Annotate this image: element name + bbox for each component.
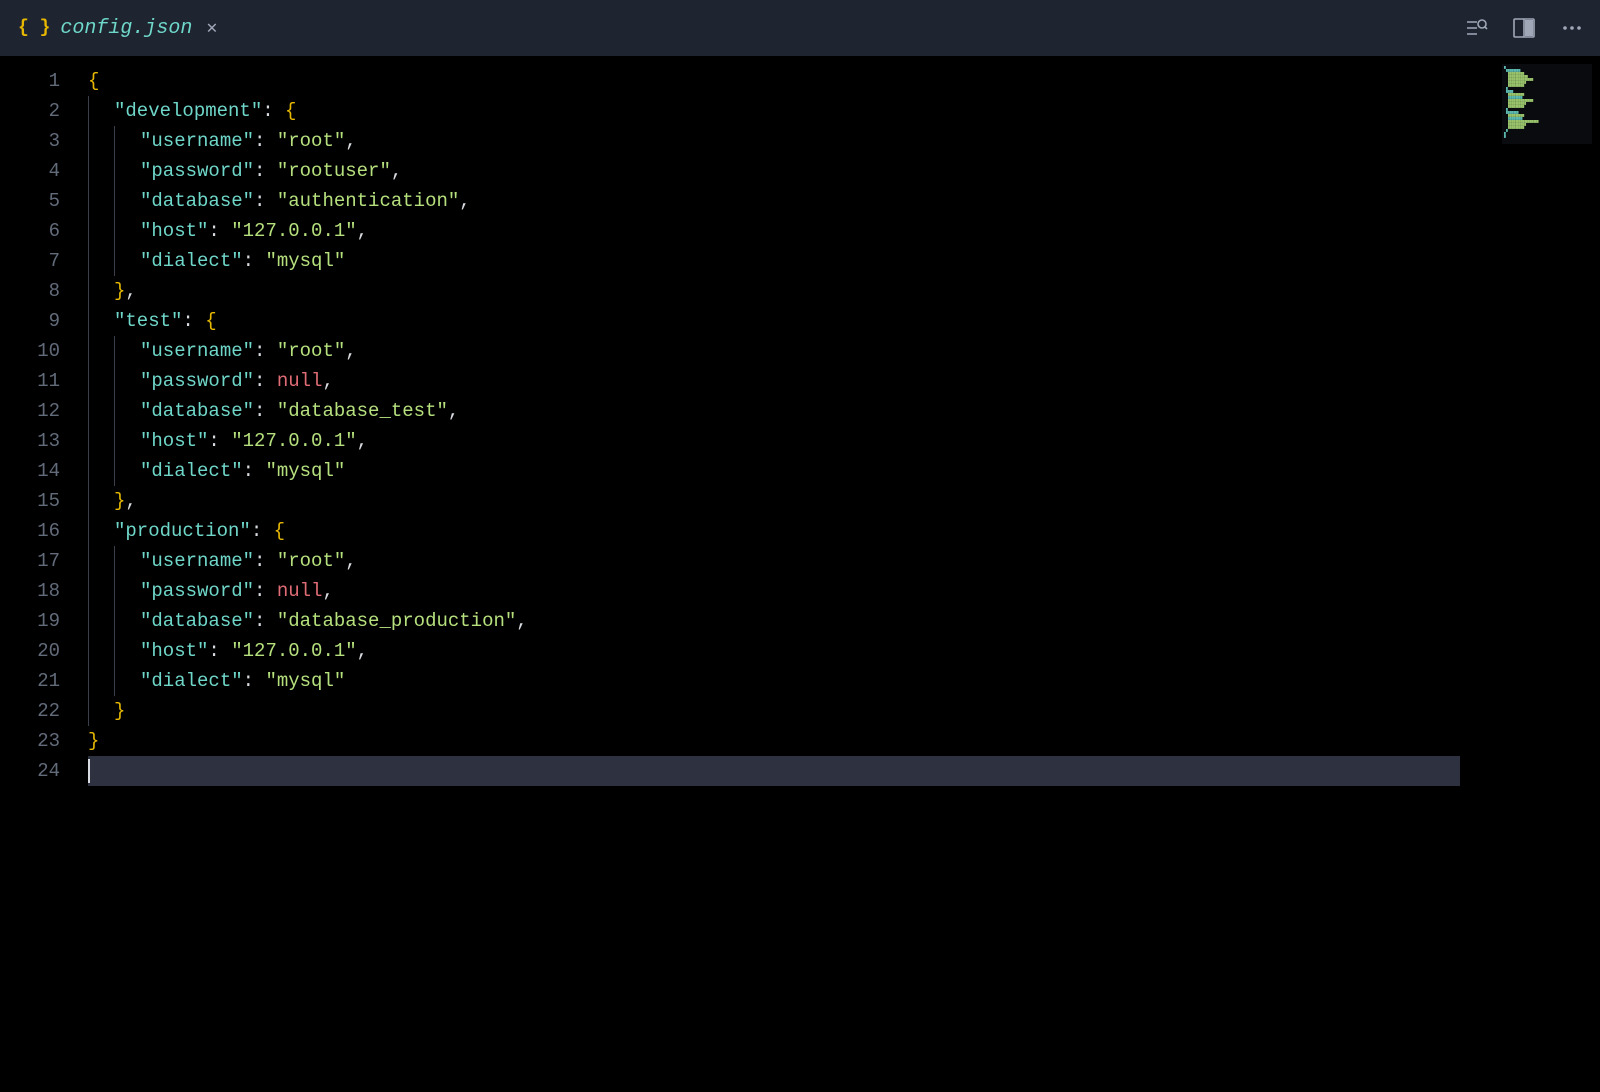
line-number: 24 bbox=[0, 756, 60, 786]
tab-config-json[interactable]: { } config.json ✕ bbox=[0, 0, 239, 56]
code-line[interactable]: { bbox=[88, 66, 1600, 96]
line-number: 8 bbox=[0, 276, 60, 306]
split-editor-icon[interactable] bbox=[1510, 14, 1538, 42]
line-number: 10 bbox=[0, 336, 60, 366]
more-actions-icon[interactable] bbox=[1558, 14, 1586, 42]
line-number: 7 bbox=[0, 246, 60, 276]
code-line[interactable]: "password": "rootuser", bbox=[88, 156, 1600, 186]
code-line[interactable]: "dialect": "mysql" bbox=[88, 456, 1600, 486]
code-line[interactable]: "username": "root", bbox=[88, 126, 1600, 156]
line-number: 18 bbox=[0, 576, 60, 606]
line-number: 13 bbox=[0, 426, 60, 456]
code-line[interactable]: "host": "127.0.0.1", bbox=[88, 426, 1600, 456]
line-number: 11 bbox=[0, 366, 60, 396]
line-number: 2 bbox=[0, 96, 60, 126]
tab-bar: { } config.json ✕ bbox=[0, 0, 1600, 56]
code-line[interactable]: "password": null, bbox=[88, 366, 1600, 396]
json-braces-icon: { } bbox=[18, 18, 50, 38]
line-number: 6 bbox=[0, 216, 60, 246]
line-number: 19 bbox=[0, 606, 60, 636]
code-line[interactable]: "password": null, bbox=[88, 576, 1600, 606]
line-number: 5 bbox=[0, 186, 60, 216]
line-number: 14 bbox=[0, 456, 60, 486]
code-line[interactable]: "dialect": "mysql" bbox=[88, 666, 1600, 696]
line-number: 4 bbox=[0, 156, 60, 186]
code-line[interactable]: }, bbox=[88, 486, 1600, 516]
code-line[interactable]: "production": { bbox=[88, 516, 1600, 546]
code-line[interactable]: "development": { bbox=[88, 96, 1600, 126]
line-number: 3 bbox=[0, 126, 60, 156]
line-number: 22 bbox=[0, 696, 60, 726]
line-number: 17 bbox=[0, 546, 60, 576]
line-number: 1 bbox=[0, 66, 60, 96]
open-changes-icon[interactable] bbox=[1462, 14, 1490, 42]
code-line[interactable]: "host": "127.0.0.1", bbox=[88, 636, 1600, 666]
line-number: 15 bbox=[0, 486, 60, 516]
code-line[interactable]: "database": "database_test", bbox=[88, 396, 1600, 426]
line-number: 23 bbox=[0, 726, 60, 756]
code-line[interactable] bbox=[88, 756, 1600, 786]
code-line[interactable]: "username": "root", bbox=[88, 546, 1600, 576]
line-number: 12 bbox=[0, 396, 60, 426]
close-icon[interactable]: ✕ bbox=[202, 17, 221, 39]
toolbar-right bbox=[1462, 0, 1600, 56]
code-line[interactable]: "test": { bbox=[88, 306, 1600, 336]
code-line[interactable]: } bbox=[88, 696, 1600, 726]
line-number: 16 bbox=[0, 516, 60, 546]
code-line[interactable]: "host": "127.0.0.1", bbox=[88, 216, 1600, 246]
line-number-gutter: 123456789101112131415161718192021222324 bbox=[0, 56, 88, 1092]
line-number: 21 bbox=[0, 666, 60, 696]
code-line[interactable]: "database": "authentication", bbox=[88, 186, 1600, 216]
code-line[interactable]: }, bbox=[88, 276, 1600, 306]
code-line[interactable]: } bbox=[88, 726, 1600, 756]
line-number: 9 bbox=[0, 306, 60, 336]
code-line[interactable]: "dialect": "mysql" bbox=[88, 246, 1600, 276]
code-line[interactable]: "database": "database_production", bbox=[88, 606, 1600, 636]
editor-area[interactable]: 123456789101112131415161718192021222324 … bbox=[0, 56, 1600, 1092]
tab-filename: config.json bbox=[60, 17, 192, 40]
code-line[interactable]: "username": "root", bbox=[88, 336, 1600, 366]
line-number: 20 bbox=[0, 636, 60, 666]
minimap[interactable]: ████████████████████████████████████████… bbox=[1502, 64, 1592, 144]
tabs: { } config.json ✕ bbox=[0, 0, 239, 56]
code-content[interactable]: {"development": {"username": "root","pas… bbox=[88, 56, 1600, 1092]
